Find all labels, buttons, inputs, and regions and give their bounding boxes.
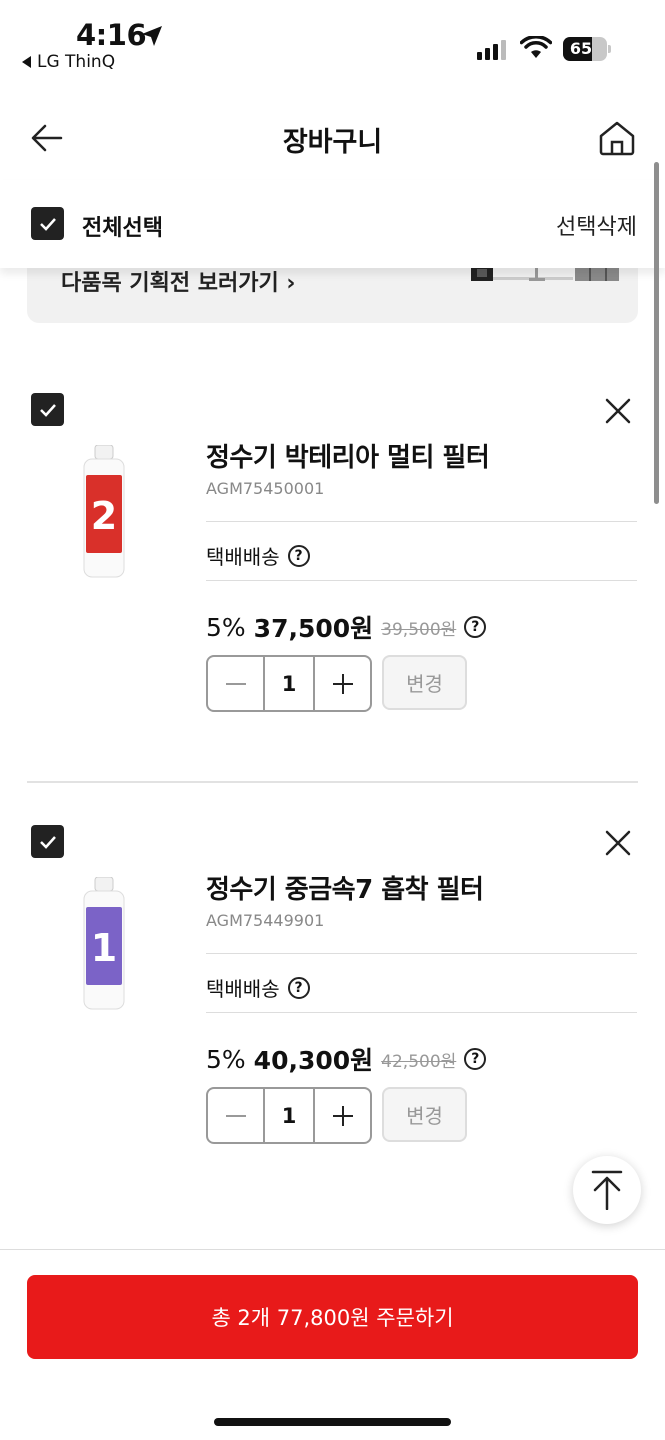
scroll-to-top-button[interactable] [573, 1156, 641, 1224]
quantity-stepper: 1 [206, 655, 372, 712]
remove-item-icon[interactable] [603, 828, 633, 858]
sale-price: 37,500원 [253, 614, 374, 643]
plus-icon [332, 1105, 353, 1126]
check-icon [39, 403, 56, 417]
shipping-label: 택배배송 [206, 545, 280, 569]
arrow-up-icon [591, 1170, 623, 1210]
increase-button[interactable] [315, 657, 370, 710]
cart-item: 1 정수기 중금속7 흡착 필터 AGM75449901 택배배송 ? 5% 4… [0, 825, 665, 1185]
back-to-app-link[interactable]: LG ThinQ [22, 52, 115, 72]
home-icon[interactable] [598, 120, 636, 156]
battery-percent: 65 [569, 39, 593, 58]
wifi-icon [520, 36, 552, 58]
shipping-info: 택배배송 ? [206, 973, 310, 1002]
product-image: 1 [83, 877, 125, 1010]
decrease-button[interactable] [208, 657, 263, 710]
check-icon [39, 217, 56, 231]
select-all-checkbox[interactable] [31, 207, 64, 240]
help-icon[interactable]: ? [287, 976, 310, 999]
delete-selected-button[interactable]: 선택삭제 [556, 209, 637, 241]
price-help-icon[interactable]: ? [464, 616, 487, 638]
plus-icon [332, 673, 353, 694]
location-arrow-icon [142, 26, 162, 46]
item-divider [27, 781, 638, 783]
product-name[interactable]: 정수기 중금속7 흡착 필터 [206, 869, 484, 906]
scrollbar[interactable] [654, 162, 659, 504]
status-time: 4:16 [76, 18, 147, 52]
select-all-label: 전체선택 [82, 216, 163, 241]
item-checkbox[interactable] [31, 393, 64, 426]
divider [206, 1012, 637, 1013]
product-code: AGM75450001 [206, 479, 325, 498]
product-name[interactable]: 정수기 박테리아 멀티 필터 [206, 437, 490, 474]
help-icon[interactable]: ? [287, 544, 310, 567]
check-icon [39, 835, 56, 849]
status-bar: 4:16 LG ThinQ 65 [0, 0, 665, 80]
increase-button[interactable] [315, 1089, 370, 1142]
price-help-icon[interactable]: ? [464, 1048, 487, 1070]
price-row: 5% 40,300원 42,500원 ? [206, 1041, 487, 1077]
original-price: 42,500원 [381, 1051, 457, 1072]
discount-rate: 5% [206, 612, 246, 642]
item-checkbox[interactable] [31, 825, 64, 858]
back-app-label: LG ThinQ [37, 52, 116, 72]
price-row: 5% 37,500원 39,500원 ? [206, 609, 487, 645]
quantity-value[interactable]: 1 [263, 657, 315, 710]
page-title: 장바구니 [282, 127, 383, 158]
quantity-stepper: 1 [206, 1087, 372, 1144]
filter-number: 2 [91, 494, 117, 538]
original-price: 39,500원 [381, 619, 457, 640]
change-quantity-button[interactable]: 변경 [382, 655, 467, 710]
order-bar: 총 2개 77,800원 주문하기 [0, 1249, 665, 1440]
divider [206, 580, 637, 581]
order-button[interactable]: 총 2개 77,800원 주문하기 [27, 1275, 638, 1359]
select-all-bar: 전체선택 선택삭제 [0, 180, 665, 268]
minus-icon [225, 682, 246, 685]
sale-price: 40,300원 [253, 1046, 374, 1075]
battery-tip [608, 45, 611, 53]
decrease-button[interactable] [208, 1089, 263, 1142]
shipping-label: 택배배송 [206, 977, 280, 1001]
divider [206, 953, 637, 954]
promo-link-text: 다품목 기획전 보러가기 › [61, 271, 296, 296]
minus-icon [225, 1114, 246, 1117]
quantity-value[interactable]: 1 [263, 1089, 315, 1142]
cart-item: 2 정수기 박테리아 멀티 필터 AGM75450001 택배배송 ? 5% 3… [0, 393, 665, 753]
back-triangle-icon [22, 56, 31, 68]
remove-item-icon[interactable] [603, 396, 633, 426]
discount-rate: 5% [206, 1044, 246, 1074]
filter-number: 1 [91, 926, 117, 970]
cellular-signal-icon [477, 38, 506, 60]
page-header: 장바구니 [0, 96, 665, 180]
change-quantity-button[interactable]: 변경 [382, 1087, 467, 1142]
product-code: AGM75449901 [206, 911, 325, 930]
product-image: 2 [83, 445, 125, 578]
battery-icon: 65 [563, 37, 607, 61]
shipping-info: 택배배송 ? [206, 541, 310, 570]
promo-product-image [471, 265, 619, 281]
home-indicator[interactable] [214, 1418, 451, 1426]
divider [206, 521, 637, 522]
